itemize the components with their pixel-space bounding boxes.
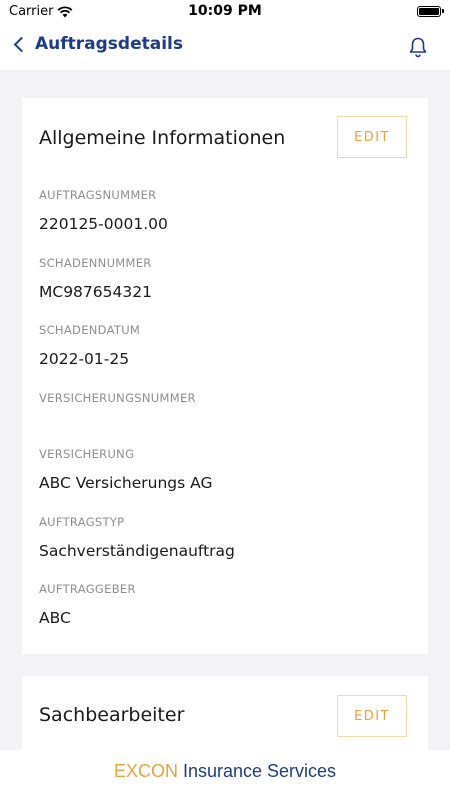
field-label: SCHADENNUMMER [39,256,152,270]
bell-icon[interactable] [408,36,428,58]
field-value: 2022-01-25 [39,350,130,368]
chevron-left-icon [13,36,30,52]
general-info-card: Allgemeine Informationen EDIT AUFTRAGSNU… [22,98,428,654]
field-label: SCHADENDATUM [39,323,141,337]
handler-card: Sachbearbeiter EDIT [22,676,428,750]
field-label: AUFTRAGSTYP [39,515,125,529]
back-button[interactable]: Auftragsdetails [12,34,183,54]
field-claim-date: SCHADENDATUM 2022-01-25 [39,323,140,368]
field-label: VERSICHERUNGSNUMMER [39,391,196,405]
footer-brand: EXCON [113,761,178,781]
field-label: VERSICHERUNG [39,447,135,461]
field-policy-number: VERSICHERUNGSNUMMER [39,391,196,418]
field-claim-number: SCHADENNUMMER MC987654321 [39,256,152,301]
status-time: 10:09 PM [188,3,262,19]
order-details-content[interactable]: Allgemeine Informationen EDIT AUFTRAGSNU… [0,70,450,750]
field-insurance: VERSICHERUNG ABC Versicherungs AG [39,447,213,492]
field-value: MC987654321 [39,283,152,301]
field-label: AUFTRAGSNUMMER [39,188,157,202]
back-button-label: Auftragsdetails [35,34,183,54]
field-value: 220125-0001.00 [39,215,168,233]
field-label: AUFTRAGGEBER [39,582,136,596]
field-value: Sachverständigenauftrag [39,542,235,560]
field-value: ABC [39,609,71,627]
navigation-bar: Auftragsdetails [0,24,450,70]
general-info-edit-button[interactable]: EDIT [337,116,407,158]
handler-edit-button[interactable]: EDIT [337,695,407,737]
footer-branding: EXCON Insurance Services [0,750,450,800]
general-info-title: Allgemeine Informationen [39,127,286,149]
battery-icon [417,6,444,17]
field-client: AUFTRAGGEBER ABC [39,582,136,627]
field-order-number: AUFTRAGSNUMMER 220125-0001.00 [39,188,168,233]
footer-company-name: Insurance Services [182,761,337,781]
handler-title: Sachbearbeiter [39,704,185,726]
field-order-type: AUFTRAGSTYP Sachverständigenauftrag [39,515,235,560]
status-bar: Carrier 10:09 PM [0,0,450,24]
field-value: ABC Versicherungs AG [39,474,213,492]
